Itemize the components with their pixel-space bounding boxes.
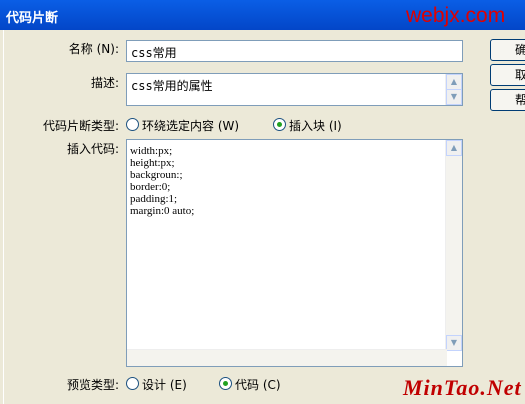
code-line: padding:1; — [130, 193, 178, 205]
help-button[interactable]: 帮 — [490, 89, 525, 111]
preview-type-label: 预览类型: — [66, 378, 119, 392]
code-line: height:px; — [130, 157, 175, 169]
scroll-down-icon[interactable]: ▼ — [446, 335, 462, 351]
description-scrollbar[interactable]: ▲ ▼ — [445, 74, 462, 105]
radio-insert-block-label: 插入块 (I) — [289, 119, 342, 133]
code-horizontal-scrollbar[interactable] — [127, 349, 447, 366]
brand-watermark: MinTao.Net — [403, 375, 522, 400]
cancel-button[interactable]: 取 — [490, 64, 525, 86]
scroll-up-icon[interactable]: ▲ — [446, 74, 462, 90]
radio-wrap-selection-label: 环绕选定内容 (W) — [142, 119, 240, 133]
code-content: width:px; height:px; backgroun:; border:0; p… — [130, 145, 194, 217]
radio-preview-design[interactable] — [126, 377, 139, 390]
code-editor[interactable]: width:px; height:px; backgroun:; border:0; p… — [126, 139, 463, 367]
code-vertical-scrollbar[interactable]: ▲ ▼ — [445, 140, 462, 351]
title-bar: 代码片断 webjx.com — [0, 0, 525, 30]
radio-preview-code[interactable] — [219, 377, 232, 390]
name-input-value: css常用 — [131, 46, 177, 60]
code-line: border:0; — [130, 181, 171, 193]
dialog-title: 代码片断 — [6, 11, 59, 26]
description-input-value: css常用的属性 — [131, 79, 213, 93]
radio-preview-design-label: 设计 (E) — [142, 378, 187, 392]
radio-insert-block[interactable] — [273, 118, 286, 131]
snippet-type-label: 代码片断类型: — [42, 119, 119, 133]
code-label: 插入代码: — [66, 142, 119, 156]
ok-button[interactable]: 确 — [490, 39, 525, 61]
description-label: 描述: — [90, 76, 119, 90]
description-input[interactable]: css常用的属性 ▲ ▼ — [126, 73, 463, 106]
scroll-up-icon[interactable]: ▲ — [446, 140, 462, 156]
scroll-down-icon[interactable]: ▼ — [446, 89, 462, 105]
dialog-body: 名称 (N): css常用 描述: css常用的属性 ▲ ▼ 代码片断类型: 环… — [3, 30, 525, 404]
code-line: margin:0 auto; — [130, 205, 195, 217]
radio-preview-code-label: 代码 (C) — [235, 378, 281, 392]
radio-wrap-selection[interactable] — [126, 118, 139, 131]
name-label: 名称 (N): — [68, 42, 119, 56]
code-line: width:px; — [130, 145, 173, 157]
watermark: webjx.com — [406, 4, 506, 27]
name-input[interactable]: css常用 — [126, 40, 463, 62]
code-line: backgroun:; — [130, 169, 183, 181]
